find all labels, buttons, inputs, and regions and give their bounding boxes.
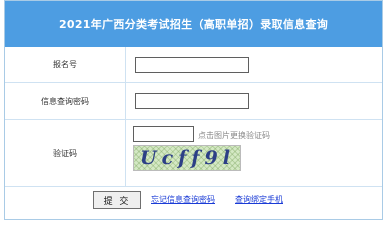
- submit-button[interactable]: 提 交: [93, 191, 141, 209]
- captcha-row: 验证码 点击图片更换验证码 Ucff9l: [5, 120, 382, 187]
- captcha-image[interactable]: Ucff9l: [133, 145, 241, 171]
- exam-number-row: 报名号: [5, 47, 382, 83]
- exam-number-cell: [126, 47, 382, 82]
- exam-number-label: 报名号: [5, 47, 126, 82]
- query-password-label: 信息查询密码: [5, 83, 126, 119]
- query-password-row: 信息查询密码: [5, 83, 382, 120]
- page-title: 2021年广西分类考试招生（高职单招）录取信息查询: [5, 1, 382, 47]
- query-form-panel: 2021年广西分类考试招生（高职单招）录取信息查询 报名号 信息查询密码 验证码…: [4, 0, 383, 220]
- captcha-label: 验证码: [5, 120, 126, 186]
- bind-phone-link[interactable]: 查询绑定手机: [235, 194, 283, 205]
- captcha-input[interactable]: [133, 126, 194, 142]
- captcha-hint: 点击图片更换验证码: [198, 131, 270, 140]
- forgot-password-link[interactable]: 忘记信息查询密码: [151, 194, 215, 205]
- action-bar: 提 交 忘记信息查询密码 查询绑定手机: [5, 188, 382, 221]
- query-password-cell: [126, 83, 382, 119]
- captcha-cell: 点击图片更换验证码 Ucff9l: [126, 120, 382, 186]
- captcha-image-text: Ucff9l: [140, 147, 235, 169]
- exam-number-input[interactable]: [135, 57, 249, 73]
- query-password-input[interactable]: [135, 93, 249, 109]
